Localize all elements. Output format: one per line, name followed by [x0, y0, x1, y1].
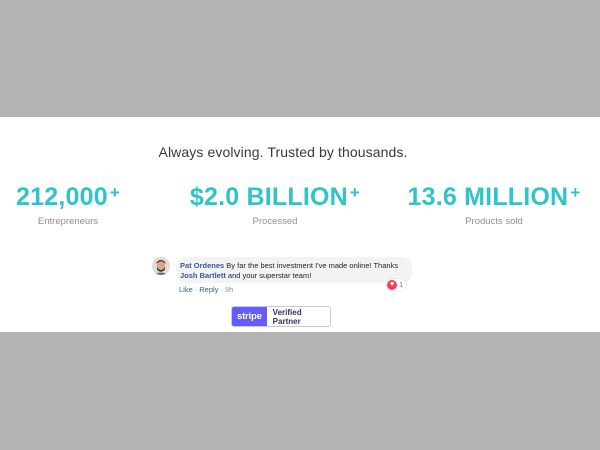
stat-value: 212,000 +: [16, 183, 120, 211]
reaction-count: 1: [399, 281, 403, 289]
section-headline: Always evolving. Trusted by thousands.: [158, 144, 408, 160]
comment-bubble: Pat Ordenes By far the best investment I…: [176, 257, 412, 291]
stat-processed: $2.0 BILLION + Processed: [186, 178, 364, 227]
stat-label: Products sold: [465, 216, 523, 227]
stripe-logo: stripe: [232, 307, 267, 326]
badge-label: Verified Partner: [272, 307, 302, 326]
stripe-verified-badge: stripe Verified Partner: [231, 306, 331, 327]
comment-mention[interactable]: Josh Bartlett: [180, 271, 226, 280]
stat-label: Entrepreneurs: [37, 216, 99, 227]
stat-products-sold: 13.6 MILLION + Products sold: [400, 178, 588, 227]
stat-value: $2.0 BILLION +: [189, 183, 361, 211]
comment-author[interactable]: Pat Ordenes: [180, 261, 224, 270]
stat-value: 13.6 MILLION +: [407, 183, 581, 211]
testimonial-comment: Pat Ordenes By far the best investment I…: [152, 257, 414, 297]
comment-actions: Like · Reply · 9h: [179, 285, 234, 294]
user-avatar[interactable]: [152, 257, 170, 275]
stat-label: Processed: [252, 216, 298, 227]
reaction-badge[interactable]: ♥ 1: [386, 279, 406, 291]
comment-time: 9h: [224, 285, 234, 294]
heart-icon: ♥: [387, 280, 398, 290]
comment-text: Pat Ordenes By far the best investment I…: [180, 261, 399, 280]
stat-entrepreneurs: 212,000 + Entrepreneurs: [2, 178, 134, 227]
like-link[interactable]: Like: [179, 285, 193, 294]
reply-link[interactable]: Reply: [199, 285, 218, 294]
